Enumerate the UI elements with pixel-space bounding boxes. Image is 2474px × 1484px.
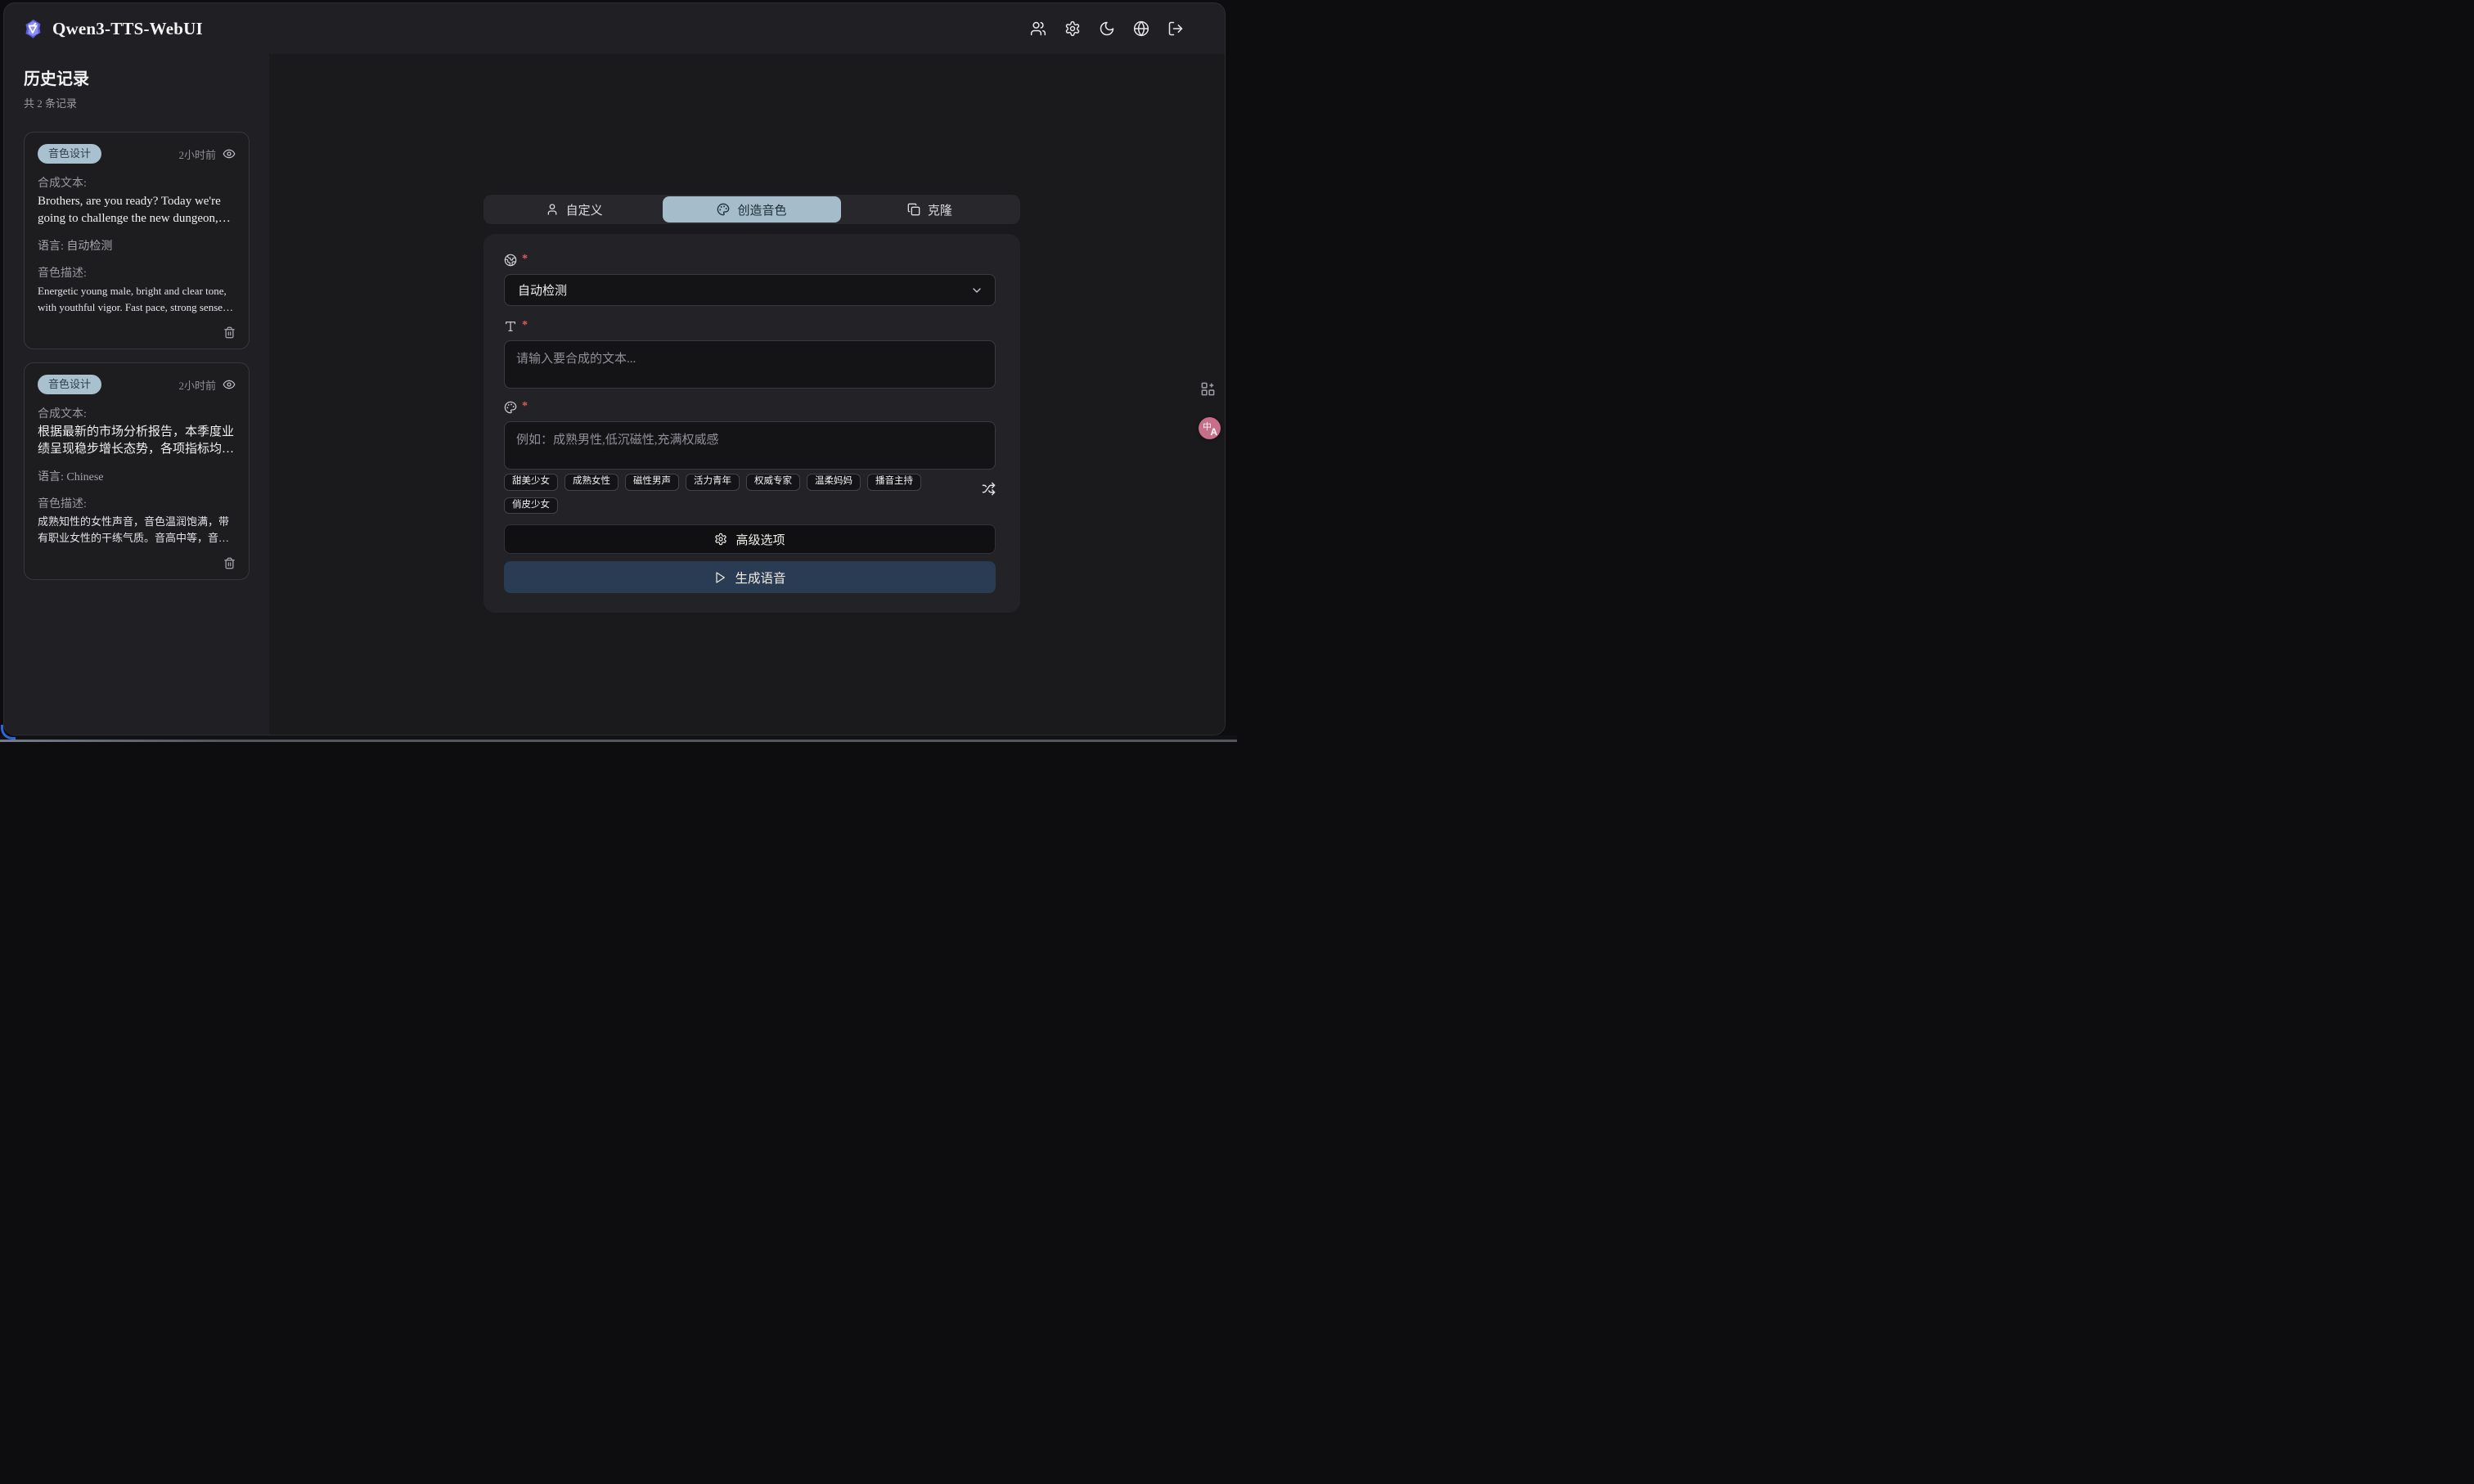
chevron-down-icon xyxy=(970,284,983,297)
translate-button[interactable]: 中 A xyxy=(1199,417,1221,439)
tab-label: 克隆 xyxy=(928,201,952,218)
synth-text-label: 合成文本: xyxy=(38,405,236,421)
voice-tag[interactable]: 播音主持 xyxy=(867,474,921,491)
translate-en-glyph: A xyxy=(1210,426,1217,438)
voice-desc-label: 音色描述: xyxy=(38,495,236,511)
eye-icon[interactable] xyxy=(223,378,236,391)
play-icon xyxy=(713,571,726,584)
voice-tag[interactable]: 温柔妈妈 xyxy=(807,474,861,491)
voice-tag[interactable]: 磁性男声 xyxy=(625,474,679,491)
record-type-badge: 音色设计 xyxy=(38,144,101,164)
history-count: 共 2 条记录 xyxy=(24,95,250,110)
app-window: Qwen3-TTS-WebUI 历史记录 共 2 条记录 xyxy=(3,2,1226,735)
app-title: Qwen3-TTS-WebUI xyxy=(52,19,203,39)
voice-desc-value: 成熟知性的女性声音，音色温润饱满，带有职业女性的干练气质。音高中等，音域稳定。语… xyxy=(38,514,236,546)
tab-clone[interactable]: 克隆 xyxy=(841,196,1019,223)
create-voice-form: * 自动检测 * xyxy=(484,234,1020,613)
record-timestamp: 2小时前 xyxy=(178,377,216,393)
generate-speech-button[interactable]: 生成语音 xyxy=(504,561,996,593)
logout-icon[interactable] xyxy=(1167,20,1184,37)
trash-icon[interactable] xyxy=(223,326,236,339)
floating-tools: 中 A xyxy=(1199,381,1221,439)
tab-label: 创造音色 xyxy=(737,201,786,218)
palette-icon xyxy=(504,401,517,414)
voice-tag[interactable]: 权威专家 xyxy=(746,474,800,491)
voice-desc-label: 音色描述: xyxy=(38,264,236,281)
palette-icon xyxy=(717,203,730,216)
voice-tag[interactable]: 甜美少女 xyxy=(504,474,558,491)
synth-text-label: 合成文本: xyxy=(38,174,236,191)
language-select[interactable]: 自动检测 xyxy=(504,274,996,306)
voice-description-input[interactable] xyxy=(504,421,996,470)
app-logo-icon xyxy=(22,18,44,40)
voice-tag[interactable]: 成熟女性 xyxy=(565,474,618,491)
header: Qwen3-TTS-WebUI xyxy=(4,3,1225,54)
voice-desc-value: Energetic young male, bright and clear t… xyxy=(38,283,236,315)
tab-create-voice[interactable]: 创造音色 xyxy=(663,196,840,223)
shuffle-icon[interactable] xyxy=(982,482,996,496)
earth-icon xyxy=(504,254,517,267)
main-content: 自定义 创造音色 克隆 * 自 xyxy=(269,54,1225,735)
language-line: 语言: Chinese xyxy=(38,468,236,484)
history-card[interactable]: 音色设计 2小时前 合成文本: 根据最新的市场分析报告，本季度业绩呈现稳步增长态… xyxy=(24,362,250,580)
eye-icon[interactable] xyxy=(223,147,236,160)
synthesis-text-input[interactable] xyxy=(504,340,996,389)
moon-icon[interactable] xyxy=(1099,20,1115,37)
globe-icon[interactable] xyxy=(1133,20,1149,37)
history-title: 历史记录 xyxy=(24,65,250,89)
gear-icon xyxy=(714,533,727,546)
required-marker: * xyxy=(522,254,528,265)
users-icon[interactable] xyxy=(1030,20,1046,37)
tab-custom[interactable]: 自定义 xyxy=(485,196,663,223)
user-icon xyxy=(546,203,559,216)
tab-label: 自定义 xyxy=(566,201,603,218)
generate-speech-label: 生成语音 xyxy=(735,569,785,587)
synth-text-value: 根据最新的市场分析报告，本季度业绩呈现稳步增长态势，各项指标均达到预期... xyxy=(38,424,236,458)
language-select-value: 自动检测 xyxy=(518,281,567,299)
record-timestamp: 2小时前 xyxy=(178,146,216,162)
window-bottom-line xyxy=(0,740,1237,742)
type-icon xyxy=(504,320,517,333)
history-card[interactable]: 音色设计 2小时前 合成文本: Brothers, are you ready?… xyxy=(24,132,250,349)
required-marker: * xyxy=(522,320,528,331)
advanced-options-button[interactable]: 高级选项 xyxy=(504,524,996,554)
settings-icon[interactable] xyxy=(1064,20,1081,37)
synth-text-value: Brothers, are you ready? Today we're goi… xyxy=(38,193,236,227)
record-type-badge: 音色设计 xyxy=(38,375,101,394)
history-sidebar: 历史记录 共 2 条记录 音色设计 2小时前 合成文本: Brothers, a… xyxy=(4,54,269,735)
trash-icon[interactable] xyxy=(223,557,236,569)
copy-icon xyxy=(907,203,920,216)
advanced-options-label: 高级选项 xyxy=(735,531,785,548)
voice-tag[interactable]: 俏皮少女 xyxy=(504,497,558,515)
grid-sparkle-icon[interactable] xyxy=(1200,381,1216,397)
required-marker: * xyxy=(522,401,528,412)
voice-tag[interactable]: 活力青年 xyxy=(686,474,740,491)
header-actions xyxy=(1030,20,1184,37)
language-line: 语言: 自动检测 xyxy=(38,237,236,254)
voice-preset-tags: 甜美少女 成熟女性 磁性男声 活力青年 权威专家 温柔妈妈 播音主持 俏皮少女 xyxy=(504,474,982,514)
mode-tabs: 自定义 创造音色 克隆 xyxy=(484,195,1020,224)
